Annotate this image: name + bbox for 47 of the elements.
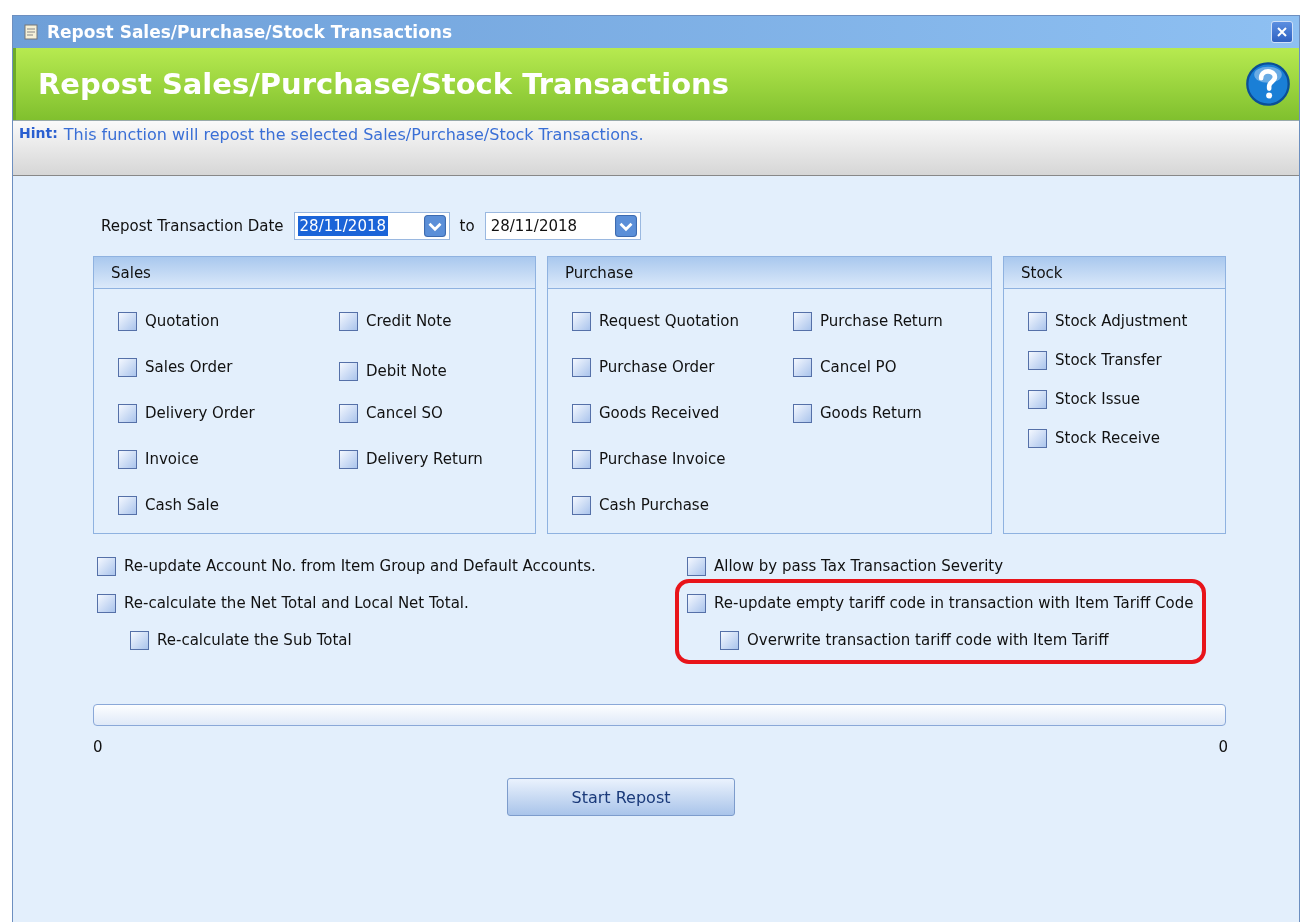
hint-text: This function will repost the selected Sales/Purchase/Stock Transactions. bbox=[63, 125, 644, 144]
checkbox-option[interactable]: Delivery Return bbox=[339, 447, 483, 471]
checkbox-option[interactable]: Invoice bbox=[118, 447, 339, 471]
dropdown-icon[interactable] bbox=[614, 215, 637, 237]
header-title: Repost Sales/Purchase/Stock Transactions bbox=[38, 67, 730, 101]
checkbox-option[interactable]: Stock Transfer bbox=[1028, 348, 1188, 372]
checkbox-option[interactable]: Re-update Account No. from Item Group and Default Accounts. bbox=[97, 554, 687, 578]
checkbox-option[interactable]: Stock Issue bbox=[1028, 387, 1188, 411]
hint-label: Hint: bbox=[19, 125, 58, 141]
checkbox-option[interactable]: Quotation bbox=[118, 309, 339, 333]
help-icon[interactable] bbox=[1245, 61, 1291, 107]
checkbox-option[interactable]: Overwrite transaction tariff code with Item Tariff bbox=[720, 628, 1194, 652]
group-title: Purchase bbox=[565, 263, 634, 282]
checkbox-option[interactable]: Purchase Invoice bbox=[572, 447, 793, 471]
date-label: Repost Transaction Date bbox=[101, 217, 284, 235]
checkbox-option[interactable]: Sales Order bbox=[118, 355, 339, 379]
checkbox-option[interactable]: Re-update empty tariff code in transaction with Item Tariff Code bbox=[687, 591, 1194, 615]
close-button[interactable] bbox=[1271, 21, 1293, 43]
checkbox-option[interactable]: Stock Receive bbox=[1028, 426, 1188, 450]
date-field[interactable]: 28/11/2018 bbox=[484, 212, 641, 240]
checkbox-option[interactable]: Purchase Return bbox=[793, 309, 943, 333]
group-title: Sales bbox=[111, 263, 151, 282]
group-title: Stock bbox=[1021, 263, 1063, 282]
checkbox-option[interactable]: Goods Return bbox=[793, 401, 943, 425]
start-repost-button[interactable]: Start Repost bbox=[507, 778, 735, 816]
close-icon[interactable] bbox=[1277, 27, 1287, 37]
checkbox-option[interactable]: Allow by pass Tax Transaction Severity bbox=[687, 554, 1194, 578]
document-icon bbox=[23, 24, 39, 40]
progress-min-label: 0 bbox=[93, 738, 103, 756]
checkbox-option[interactable]: Re-calculate the Net Total and Local Net Total. bbox=[97, 591, 687, 615]
checkbox-option[interactable]: Goods Received bbox=[572, 401, 793, 425]
checkbox-option[interactable]: Purchase Order bbox=[572, 355, 793, 379]
to-label: to bbox=[459, 217, 475, 235]
checkbox-option[interactable]: Re-calculate the Sub Total bbox=[130, 628, 687, 652]
checkbox-option[interactable]: Cash Purchase bbox=[572, 493, 793, 517]
window-title: Repost Sales/Purchase/Stock Transactions bbox=[47, 22, 454, 42]
checkbox-option[interactable]: Cash Sale bbox=[118, 493, 339, 517]
checkbox-option[interactable]: Credit Note bbox=[339, 309, 483, 333]
checkbox-option[interactable]: Debit Note bbox=[339, 359, 483, 383]
checkbox-option[interactable]: Delivery Order bbox=[118, 401, 339, 425]
date-field[interactable]: 28/11/2018 bbox=[293, 212, 450, 240]
checkbox-option[interactable]: Cancel SO bbox=[339, 401, 483, 425]
checkbox-option[interactable]: Stock Adjustment bbox=[1028, 309, 1188, 333]
checkbox-option[interactable]: Request Quotation bbox=[572, 309, 793, 333]
progress-max-label: 0 bbox=[1218, 738, 1228, 756]
dropdown-icon[interactable] bbox=[423, 215, 446, 237]
checkbox-option[interactable]: Cancel PO bbox=[793, 355, 943, 379]
